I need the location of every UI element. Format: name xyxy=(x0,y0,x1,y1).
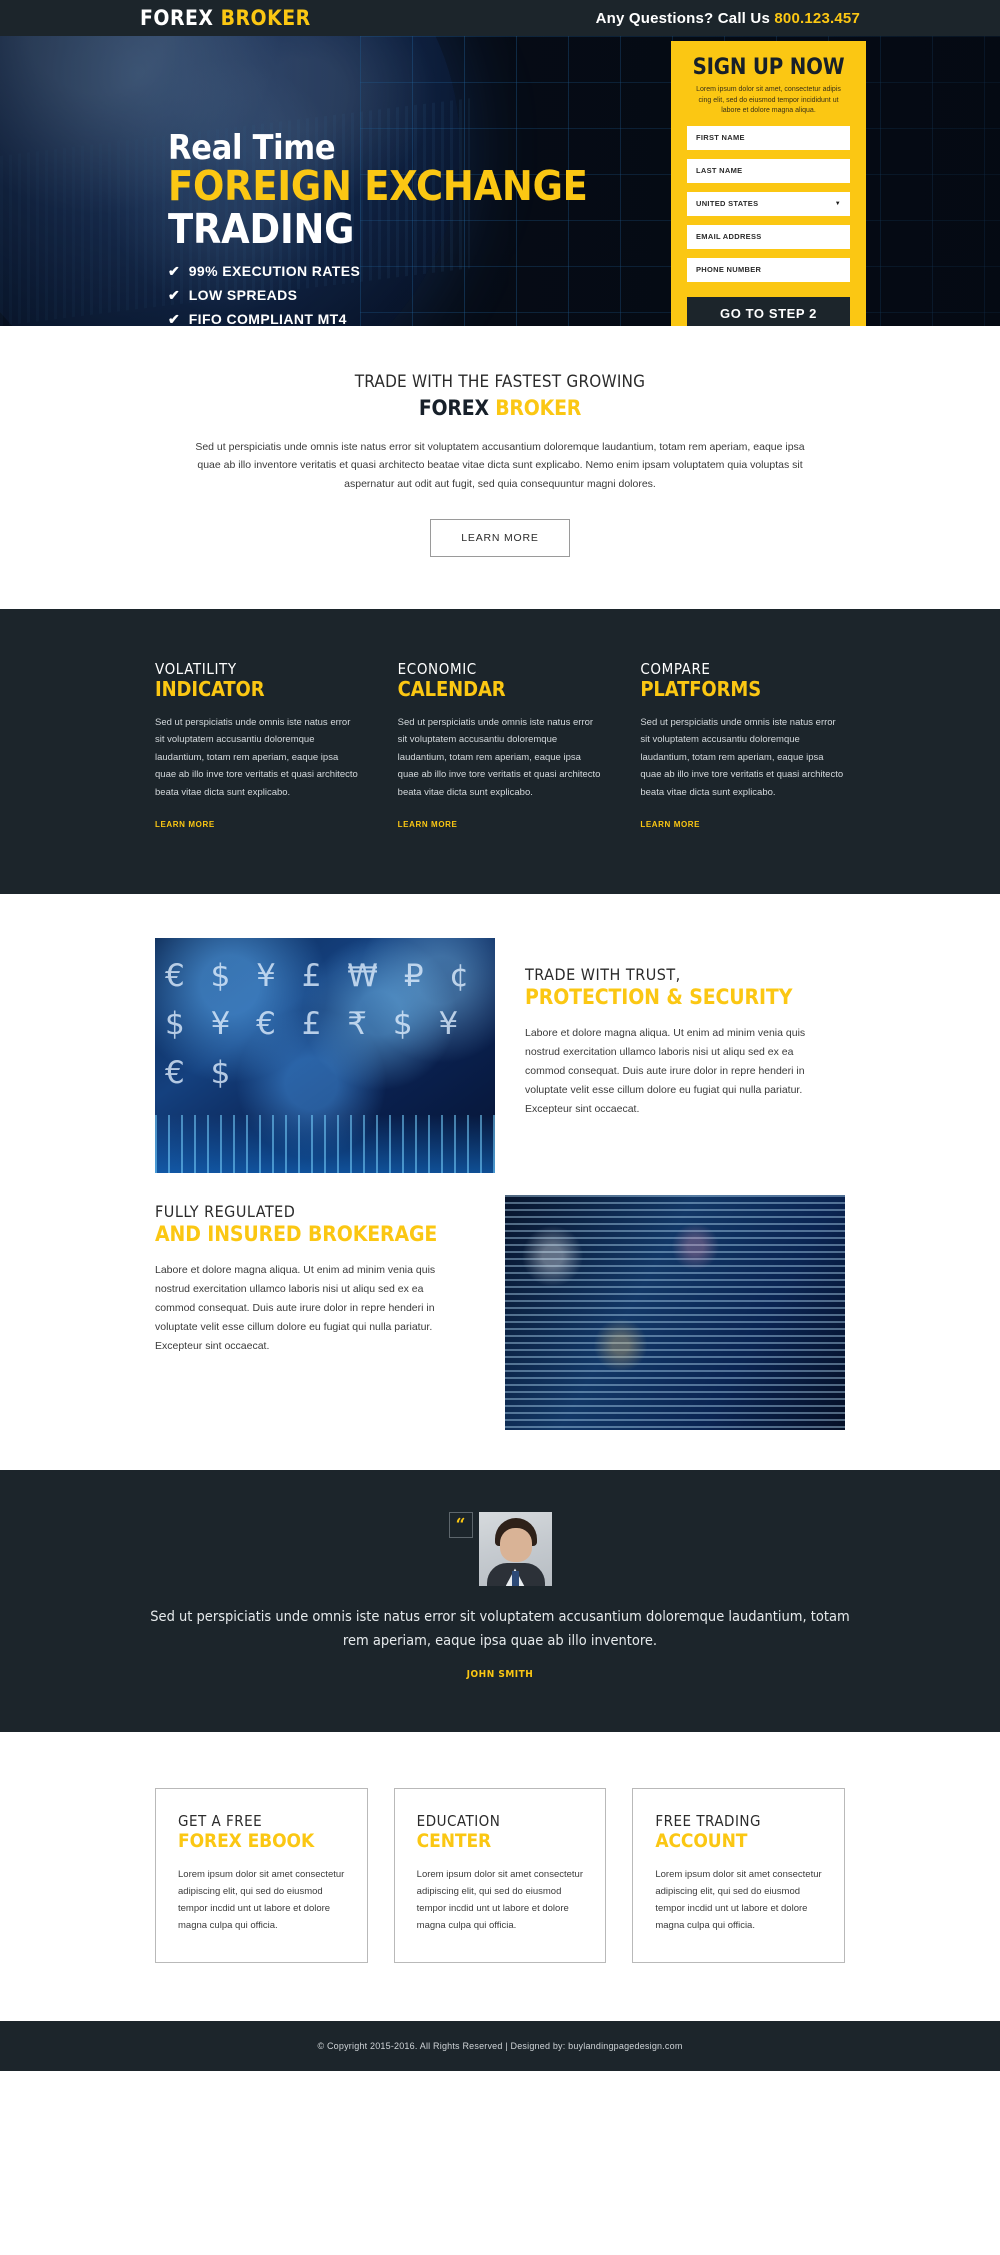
landing-page: FOREX BROKER Any Questions? Call Us 800.… xyxy=(0,0,1000,2072)
signup-subtitle: Lorem ipsum dolor sit amet, consectetur … xyxy=(696,86,841,114)
offer-box-education-center[interactable]: EDUCATION CENTER Lorem ipsum dolor sit a… xyxy=(393,1787,607,1964)
avatar-face xyxy=(499,1528,532,1563)
list-item: ✔ LOW SPREADS xyxy=(168,287,588,303)
column-body: Sed ut perspiciatis unde omnis iste natu… xyxy=(397,716,601,798)
footer-copyright: © Copyright 2015-2016. All Rights Reserv… xyxy=(317,2041,683,2052)
box-body: Lorem ipsum dolor sit amet consectetur a… xyxy=(178,1868,345,1932)
learn-more-button[interactable]: LEARN MORE xyxy=(430,519,570,558)
box-title-top: EDUCATION xyxy=(416,1811,501,1830)
learn-more-link[interactable]: LEARN MORE xyxy=(640,820,700,829)
feature-text-trust: TRADE WITH TRUST, PROTECTION & SECURITY … xyxy=(495,938,845,1173)
testimonial-quote: Sed ut perspiciatis unde omnis iste natu… xyxy=(150,1609,850,1649)
first-name-field[interactable]: FIRST NAME xyxy=(687,125,850,150)
currency-symbols-image xyxy=(155,938,495,1174)
column-compare-platforms: COMPARE PLATFORMS Sed ut perspiciatis un… xyxy=(640,661,845,832)
footer: © Copyright 2015-2016. All Rights Reserv… xyxy=(0,2021,1000,2072)
last-name-field[interactable]: LAST NAME xyxy=(687,158,850,183)
box-title-bottom: FOREX EBOOK xyxy=(178,1830,315,1853)
headline-line-1: Real Time xyxy=(168,128,336,168)
intro-paragraph: Sed ut perspiciatis unde omnis iste natu… xyxy=(195,441,805,490)
intro-line-2: FOREX BROKER xyxy=(0,396,1000,420)
features-dark-section: VOLATILITY INDICATOR Sed ut perspiciatis… xyxy=(0,609,1000,895)
intro-line-1: TRADE WITH THE FASTEST GROWING xyxy=(354,372,646,392)
column-volatility-indicator: VOLATILITY INDICATOR Sed ut perspiciatis… xyxy=(155,661,360,832)
feature-body: Labore et dolore magna aliqua. Ut enim a… xyxy=(155,1264,436,1352)
list-item: ✔ 99% EXECUTION RATES xyxy=(168,263,588,279)
city-stock-ticker-image xyxy=(505,1195,845,1431)
go-to-step-2-button[interactable]: GO TO STEP 2 xyxy=(687,296,850,326)
headline-line-3: TRADING xyxy=(168,205,355,254)
box-title-bottom: CENTER xyxy=(416,1830,492,1853)
contact-label: Any Questions? Call Us xyxy=(595,9,775,27)
column-title-bottom: INDICATOR xyxy=(155,676,265,701)
bullet-label: LOW SPREADS xyxy=(188,287,298,304)
learn-more-link[interactable]: LEARN MORE xyxy=(155,820,215,829)
column-title-top: VOLATILITY xyxy=(155,660,237,679)
hero-bullet-list: ✔ 99% EXECUTION RATES ✔ LOW SPREADS ✔ FI… xyxy=(168,263,588,326)
bullet-label: 99% EXECUTION RATES xyxy=(188,263,361,280)
contact-phone[interactable]: Any Questions? Call Us 800.123.457 xyxy=(596,10,860,27)
list-item: ✔ FIFO COMPLIANT MT4 xyxy=(168,311,588,326)
feature-title-bottom: PROTECTION & SECURITY xyxy=(525,984,793,1009)
country-select[interactable]: UNITED STATES xyxy=(687,191,850,216)
box-body: Lorem ipsum dolor sit amet consectetur a… xyxy=(655,1868,822,1932)
column-title-top: ECONOMIC xyxy=(397,660,477,679)
headline-line-2: FOREIGN EXCHANGE xyxy=(168,162,588,210)
check-icon: ✔ xyxy=(168,311,180,326)
hero-section: Real Time FOREIGN EXCHANGE TRADING ✔ 99%… xyxy=(0,36,1000,326)
logo-text-forex: FOREX xyxy=(140,6,214,30)
intro-section: TRADE WITH THE FASTEST GROWING FOREX BRO… xyxy=(0,326,1000,610)
contact-number: 800.123.457 xyxy=(774,9,860,27)
feature-row-trust: TRADE WITH TRUST, PROTECTION & SECURITY … xyxy=(0,938,1000,1174)
feature-row-regulated: FULLY REGULATED AND INSURED BROKERAGE La… xyxy=(0,1195,1000,1431)
column-body: Sed ut perspiciatis unde omnis iste natu… xyxy=(640,716,844,798)
intro-broker: BROKER xyxy=(495,396,582,420)
box-title-top: FREE TRADING xyxy=(655,1811,761,1830)
hero-content: Real Time FOREIGN EXCHANGE TRADING ✔ 99%… xyxy=(0,36,1000,326)
signup-form: SIGN UP NOW Lorem ipsum dolor sit amet, … xyxy=(671,41,866,326)
offer-box-free-trading-account[interactable]: FREE TRADING ACCOUNT Lorem ipsum dolor s… xyxy=(632,1787,846,1964)
offer-box-forex-ebook[interactable]: GET A FREE FOREX EBOOK Lorem ipsum dolor… xyxy=(155,1787,368,1964)
email-field[interactable]: EMAIL ADDRESS xyxy=(687,224,850,249)
column-title-top: COMPARE xyxy=(640,660,711,679)
column-title-bottom: PLATFORMS xyxy=(640,676,762,701)
top-bar: FOREX BROKER Any Questions? Call Us 800.… xyxy=(0,0,1000,36)
quote-icon: “ xyxy=(448,1512,473,1539)
box-title-bottom: ACCOUNT xyxy=(655,1830,748,1853)
feature-title-top: TRADE WITH TRUST, xyxy=(525,965,681,985)
bullet-label: FIFO COMPLIANT MT4 xyxy=(188,311,347,326)
testimonial-author: JOHN SMITH xyxy=(466,1668,534,1680)
logo-text-broker: BROKER xyxy=(220,6,311,30)
learn-more-link[interactable]: LEARN MORE xyxy=(398,820,458,829)
check-icon: ✔ xyxy=(168,287,180,304)
feature-text-regulated: FULLY REGULATED AND INSURED BROKERAGE La… xyxy=(155,1195,505,1430)
box-body: Lorem ipsum dolor sit amet consectetur a… xyxy=(416,1868,583,1932)
feature-title-bottom: AND INSURED BROKERAGE xyxy=(155,1221,438,1246)
offer-boxes-row: GET A FREE FOREX EBOOK Lorem ipsum dolor… xyxy=(0,1787,1000,1964)
box-title-top: GET A FREE xyxy=(178,1811,263,1830)
testimonial-header: “ xyxy=(0,1512,1000,1587)
phone-field[interactable]: PHONE NUMBER xyxy=(687,257,850,282)
hero-headline: Real Time FOREIGN EXCHANGE TRADING ✔ 99%… xyxy=(168,131,588,326)
column-economic-calendar: ECONOMIC CALENDAR Sed ut perspiciatis un… xyxy=(398,661,603,832)
column-title-bottom: CALENDAR xyxy=(397,676,506,701)
avatar-tie xyxy=(511,1571,519,1587)
offer-boxes-section: GET A FREE FOREX EBOOK Lorem ipsum dolor… xyxy=(0,1731,1000,2022)
feature-body: Labore et dolore magna aliqua. Ut enim a… xyxy=(525,1027,806,1115)
testimonial-section: “ Sed ut perspiciatis unde omnis iste na… xyxy=(0,1470,1000,1732)
signup-title: SIGN UP NOW xyxy=(692,55,845,80)
check-icon: ✔ xyxy=(168,263,180,280)
intro-forex: FOREX xyxy=(418,396,489,420)
avatar xyxy=(478,1512,552,1587)
site-logo[interactable]: FOREX BROKER xyxy=(140,6,311,30)
feature-title-top: FULLY REGULATED xyxy=(155,1202,296,1222)
feature-blocks-section: TRADE WITH TRUST, PROTECTION & SECURITY … xyxy=(0,894,1000,1471)
column-body: Sed ut perspiciatis unde omnis iste natu… xyxy=(155,716,358,798)
feature-columns: VOLATILITY INDICATOR Sed ut perspiciatis… xyxy=(0,661,1000,832)
